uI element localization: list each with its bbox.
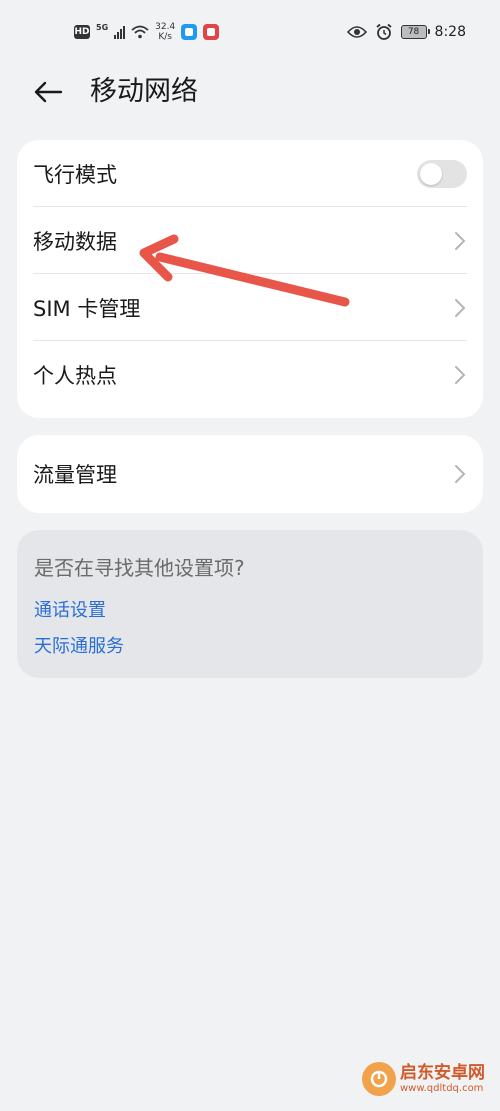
signal-icon [114, 25, 126, 39]
app-notification-icon [203, 24, 220, 40]
alarm-icon [375, 23, 392, 40]
call-settings-link[interactable]: 通话设置 [34, 596, 106, 622]
hd-icon: HD [74, 25, 90, 39]
arrow-left-icon [34, 81, 63, 103]
sim-management-label: SIM 卡管理 [33, 296, 141, 321]
suggestion-box: 是否在寻找其他设置项? 通话设置 天际通服务 [17, 530, 483, 678]
chevron-right-icon [455, 465, 466, 483]
app-notification-icon [181, 24, 198, 40]
wifi-icon [131, 25, 149, 39]
back-button[interactable] [30, 74, 66, 110]
personal-hotspot-row[interactable]: 个人热点 [17, 341, 483, 408]
eye-icon [346, 26, 367, 38]
skytone-service-link[interactable]: 天际通服务 [34, 632, 124, 658]
airplane-mode-toggle[interactable] [417, 159, 467, 188]
watermark-logo-icon [362, 1062, 396, 1096]
chevron-right-icon [455, 365, 466, 384]
airplane-mode-row[interactable]: 飞行模式 [17, 140, 483, 207]
battery-icon: 78 [400, 25, 430, 39]
speed-value: 32.4 [155, 22, 176, 32]
watermark: 启东安卓网 www.qdltdq.com [362, 1050, 497, 1108]
watermark-text: 启东安卓网 www.qdltdq.com [400, 1063, 485, 1095]
suggestion-title: 是否在寻找其他设置项? [34, 556, 245, 580]
traffic-card: 流量管理 [17, 435, 483, 513]
chevron-right-icon [455, 298, 466, 317]
clock: 8:28 [434, 24, 466, 40]
page-title: 移动网络 [90, 76, 198, 107]
mobile-data-label: 移动数据 [33, 229, 117, 254]
network-speed: 32.4 K/s [155, 22, 175, 42]
watermark-sub: www.qdltdq.com [400, 1083, 484, 1094]
status-left: HD 5G 32.4 K/s [74, 18, 220, 46]
chevron-right-icon [455, 231, 466, 250]
traffic-management-label: 流量管理 [33, 463, 117, 487]
status-bar: HD 5G 32.4 K/s 78 8:28 [0, 0, 500, 64]
traffic-management-row[interactable]: 流量管理 [17, 435, 483, 513]
annotation-arrow [139, 234, 350, 307]
toggle-knob [420, 162, 442, 185]
airplane-mode-label: 飞行模式 [33, 162, 117, 187]
watermark-main: 启东安卓网 [400, 1063, 485, 1083]
status-right: 78 8:28 [346, 18, 466, 46]
personal-hotspot-label: 个人热点 [33, 363, 117, 388]
5g-icon: 5G [96, 22, 109, 32]
speed-unit: K/s [158, 32, 172, 42]
title-bar: 移动网络 [0, 64, 500, 120]
